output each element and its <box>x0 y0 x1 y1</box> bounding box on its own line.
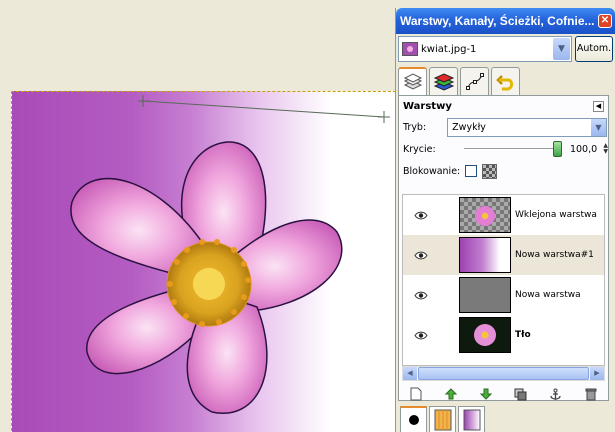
tab-gradients[interactable] <box>458 406 485 432</box>
eye-icon[interactable] <box>411 211 431 220</box>
image-canvas[interactable] <box>0 0 396 432</box>
channels-icon <box>433 72 454 91</box>
close-icon[interactable]: ✕ <box>598 14 612 28</box>
lock-row: Blokowanie: <box>399 160 608 182</box>
layers-dock-window: Warstwy, Kanały, Ścieżki, Cofnie... ✕ kw… <box>395 8 615 432</box>
dock-title: Warstwy, Kanały, Ścieżki, Cofnie... <box>400 14 595 28</box>
layer-thumbnail <box>459 317 511 353</box>
slider-handle[interactable] <box>552 141 562 157</box>
horizontal-scrollbar[interactable]: ◀ ▶ <box>402 366 605 381</box>
layer-row-0[interactable]: Wklejona warstwa <box>403 195 604 235</box>
eye-icon[interactable] <box>411 331 431 340</box>
lower-layer-icon[interactable] <box>479 387 493 401</box>
alpha-channel-icon <box>482 163 498 179</box>
bottom-dock-tabs <box>400 406 485 432</box>
layer-name[interactable]: Wklejona warstwa <box>515 210 597 220</box>
layers-panel: Warstwy ◀ Tryb: Zwykły ▼ Krycie: 100,0 ▲… <box>398 95 609 401</box>
tab-brushes[interactable] <box>400 406 427 432</box>
image-thumbnail <box>402 42 418 56</box>
dock-tabs <box>398 67 520 95</box>
scroll-left-icon[interactable]: ◀ <box>403 367 417 380</box>
layer-name[interactable]: Nowa warstwa#1 <box>515 250 594 260</box>
new-layer-icon[interactable] <box>409 387 423 401</box>
pattern-icon <box>434 409 451 430</box>
layer-name[interactable]: Tło <box>515 330 531 340</box>
panel-title: Warstwy <box>403 100 452 112</box>
image-layer-boundary[interactable] <box>11 91 396 432</box>
tab-undo-history[interactable] <box>491 67 520 95</box>
layers-icon <box>403 73 422 90</box>
opacity-row: Krycie: 100,0 ▲ ▼ <box>399 138 608 160</box>
layer-name[interactable]: Nowa warstwa <box>515 290 581 300</box>
panel-menu-icon[interactable]: ◀ <box>593 100 604 112</box>
layer-thumbnail <box>459 237 511 273</box>
scroll-right-icon[interactable]: ▶ <box>590 367 604 380</box>
opacity-slider[interactable] <box>463 141 562 157</box>
image-selector-row: kwiat.jpg-1 ▼ Autom. <box>398 36 613 62</box>
delete-layer-icon[interactable] <box>584 387 598 401</box>
tab-paths[interactable] <box>460 67 489 95</box>
gradient-icon <box>463 409 480 430</box>
image-select[interactable]: kwiat.jpg-1 ▼ <box>398 36 572 62</box>
auto-button[interactable]: Autom. <box>575 36 613 62</box>
mode-value: Zwykły <box>452 121 486 133</box>
lock-label: Blokowanie: <box>403 165 461 177</box>
layer-row-2[interactable]: Nowa warstwa <box>403 275 604 315</box>
raise-layer-icon[interactable] <box>444 387 458 401</box>
spin-arrows-icon[interactable]: ▲ ▼ <box>603 143 608 155</box>
layer-thumbnail <box>459 197 511 233</box>
slider-track <box>463 148 562 150</box>
panel-header: Warstwy ◀ <box>399 96 608 116</box>
scrollbar-thumb[interactable] <box>418 367 589 380</box>
tab-layers[interactable] <box>398 67 427 95</box>
lock-alpha-checkbox[interactable] <box>465 165 478 177</box>
duplicate-layer-icon[interactable] <box>514 387 528 401</box>
flower-image <box>70 141 343 414</box>
paths-icon <box>465 72 484 90</box>
tab-patterns[interactable] <box>429 406 456 432</box>
layer-row-1[interactable]: Nowa warstwa#1 <box>403 235 604 275</box>
layer-toolbar <box>399 386 608 402</box>
dock-titlebar[interactable]: Warstwy, Kanały, Ścieżki, Cofnie... ✕ <box>396 8 615 34</box>
mode-row: Tryb: Zwykły ▼ <box>399 116 608 138</box>
layer-thumbnail <box>459 277 511 313</box>
image-name: kwiat.jpg-1 <box>421 43 477 55</box>
eye-icon[interactable] <box>411 291 431 300</box>
tab-channels[interactable] <box>429 67 458 95</box>
undo-history-icon <box>495 74 513 90</box>
brush-icon <box>408 415 419 425</box>
opacity-label: Krycie: <box>403 143 436 155</box>
chevron-down-icon[interactable]: ▼ <box>553 38 570 60</box>
opacity-value[interactable]: 100,0 <box>570 144 603 155</box>
mode-select[interactable]: Zwykły ▼ <box>447 117 607 137</box>
layer-list: Wklejona warstwa Nowa warstwa#1 Nowa war… <box>402 194 605 366</box>
chevron-down-icon[interactable]: ▼ <box>591 118 606 136</box>
anchor-layer-icon[interactable] <box>549 387 563 401</box>
layer-row-3[interactable]: Tło <box>403 315 604 355</box>
mode-label: Tryb: <box>403 121 427 133</box>
eye-icon[interactable] <box>411 251 431 260</box>
